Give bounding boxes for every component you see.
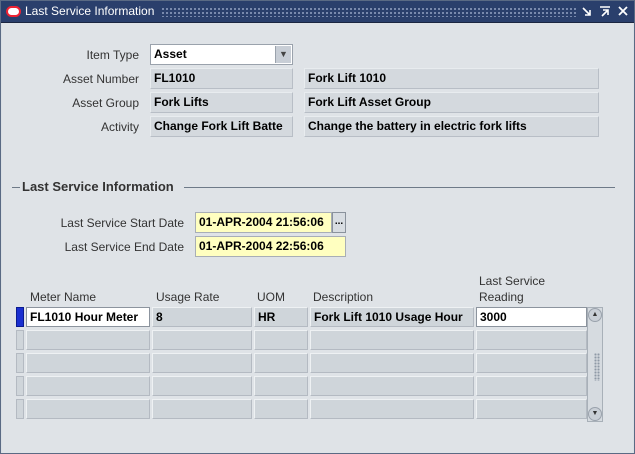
meter-name-cell[interactable] bbox=[26, 399, 150, 419]
description-cell[interactable] bbox=[310, 353, 474, 373]
activity-description-field[interactable]: Change the battery in electric fork lift… bbox=[304, 116, 599, 137]
description-cell[interactable] bbox=[310, 330, 474, 350]
row-indicator[interactable] bbox=[16, 330, 24, 350]
close-icon[interactable] bbox=[616, 4, 630, 19]
section-title: Last Service Information bbox=[22, 179, 174, 194]
usage-rate-cell[interactable] bbox=[152, 376, 252, 396]
asset-description-field[interactable]: Fork Lift 1010 bbox=[304, 68, 599, 89]
usage-rate-cell[interactable] bbox=[152, 399, 252, 419]
asset-number-label: Asset Number bbox=[62, 72, 139, 86]
usage-rate-cell[interactable] bbox=[152, 353, 252, 373]
uom-cell[interactable] bbox=[254, 399, 308, 419]
item-type-label: Item Type bbox=[86, 48, 139, 62]
reading-cell[interactable]: 3000 bbox=[476, 307, 587, 327]
uom-cell[interactable] bbox=[254, 330, 308, 350]
restore-icon[interactable] bbox=[598, 4, 612, 19]
asset-number-field[interactable]: FL1010 bbox=[150, 68, 293, 89]
column-header-meter-name: Meter Name bbox=[30, 290, 97, 304]
row-indicator-active[interactable] bbox=[16, 307, 24, 327]
meter-name-cell[interactable] bbox=[26, 353, 150, 373]
usage-rate-cell[interactable]: 8 bbox=[152, 307, 252, 327]
column-header-uom: UOM bbox=[257, 290, 285, 304]
uom-cell[interactable] bbox=[254, 353, 308, 373]
asset-group-label: Asset Group bbox=[72, 96, 139, 110]
end-date-field[interactable]: 01-APR-2004 22:56:06 bbox=[195, 236, 346, 257]
window: Last Service Information Item Type Asset… bbox=[0, 0, 635, 454]
minimize-icon[interactable] bbox=[580, 4, 594, 19]
scroll-down-icon[interactable]: ▼ bbox=[588, 407, 602, 421]
column-header-reading-line1: Last Service bbox=[479, 274, 546, 288]
meter-name-cell[interactable] bbox=[26, 376, 150, 396]
resize-grip-icon[interactable] bbox=[594, 353, 600, 381]
uom-cell[interactable] bbox=[254, 376, 308, 396]
end-date-label: Last Service End Date bbox=[64, 240, 184, 254]
column-header-usage-rate: Usage Rate bbox=[156, 290, 220, 304]
description-cell[interactable]: Fork Lift 1010 Usage Hour bbox=[310, 307, 474, 327]
item-type-value: Asset bbox=[154, 47, 187, 61]
meter-name-cell[interactable]: FL1010 Hour Meter bbox=[26, 307, 150, 327]
section-divider bbox=[184, 187, 615, 188]
description-cell[interactable] bbox=[310, 399, 474, 419]
oracle-logo-icon bbox=[6, 6, 21, 17]
chevron-down-icon[interactable]: ▼ bbox=[275, 46, 291, 63]
item-type-select[interactable]: Asset ▼ bbox=[150, 44, 293, 65]
column-header-description: Description bbox=[313, 290, 374, 304]
row-indicator[interactable] bbox=[16, 399, 24, 419]
row-indicator[interactable] bbox=[16, 353, 24, 373]
activity-field[interactable]: Change Fork Lift Batte bbox=[150, 116, 293, 137]
reading-cell[interactable] bbox=[476, 353, 587, 373]
meter-name-cell[interactable] bbox=[26, 330, 150, 350]
title-bar-grip bbox=[161, 7, 576, 17]
activity-label: Activity bbox=[100, 120, 139, 134]
reading-cell[interactable] bbox=[476, 399, 587, 419]
start-date-label: Last Service Start Date bbox=[60, 216, 184, 230]
reading-cell[interactable] bbox=[476, 330, 587, 350]
row-indicator[interactable] bbox=[16, 376, 24, 396]
scroll-up-icon[interactable]: ▲ bbox=[588, 308, 602, 322]
reading-cell[interactable] bbox=[476, 376, 587, 396]
date-picker-button[interactable]: ... bbox=[332, 212, 346, 233]
section-divider-left bbox=[12, 187, 20, 188]
form-content: Item Type Asset ▼ Asset Number FL1010 Fo… bbox=[2, 23, 633, 453]
start-date-field[interactable]: 01-APR-2004 21:56:06 bbox=[195, 212, 332, 233]
column-header-reading-line2: Reading bbox=[479, 290, 524, 304]
asset-group-field[interactable]: Fork Lifts bbox=[150, 92, 293, 113]
window-title: Last Service Information bbox=[25, 4, 155, 18]
description-cell[interactable] bbox=[310, 376, 474, 396]
title-bar[interactable]: Last Service Information bbox=[1, 1, 634, 23]
asset-group-description-field[interactable]: Fork Lift Asset Group bbox=[304, 92, 599, 113]
uom-cell[interactable]: HR bbox=[254, 307, 308, 327]
usage-rate-cell[interactable] bbox=[152, 330, 252, 350]
